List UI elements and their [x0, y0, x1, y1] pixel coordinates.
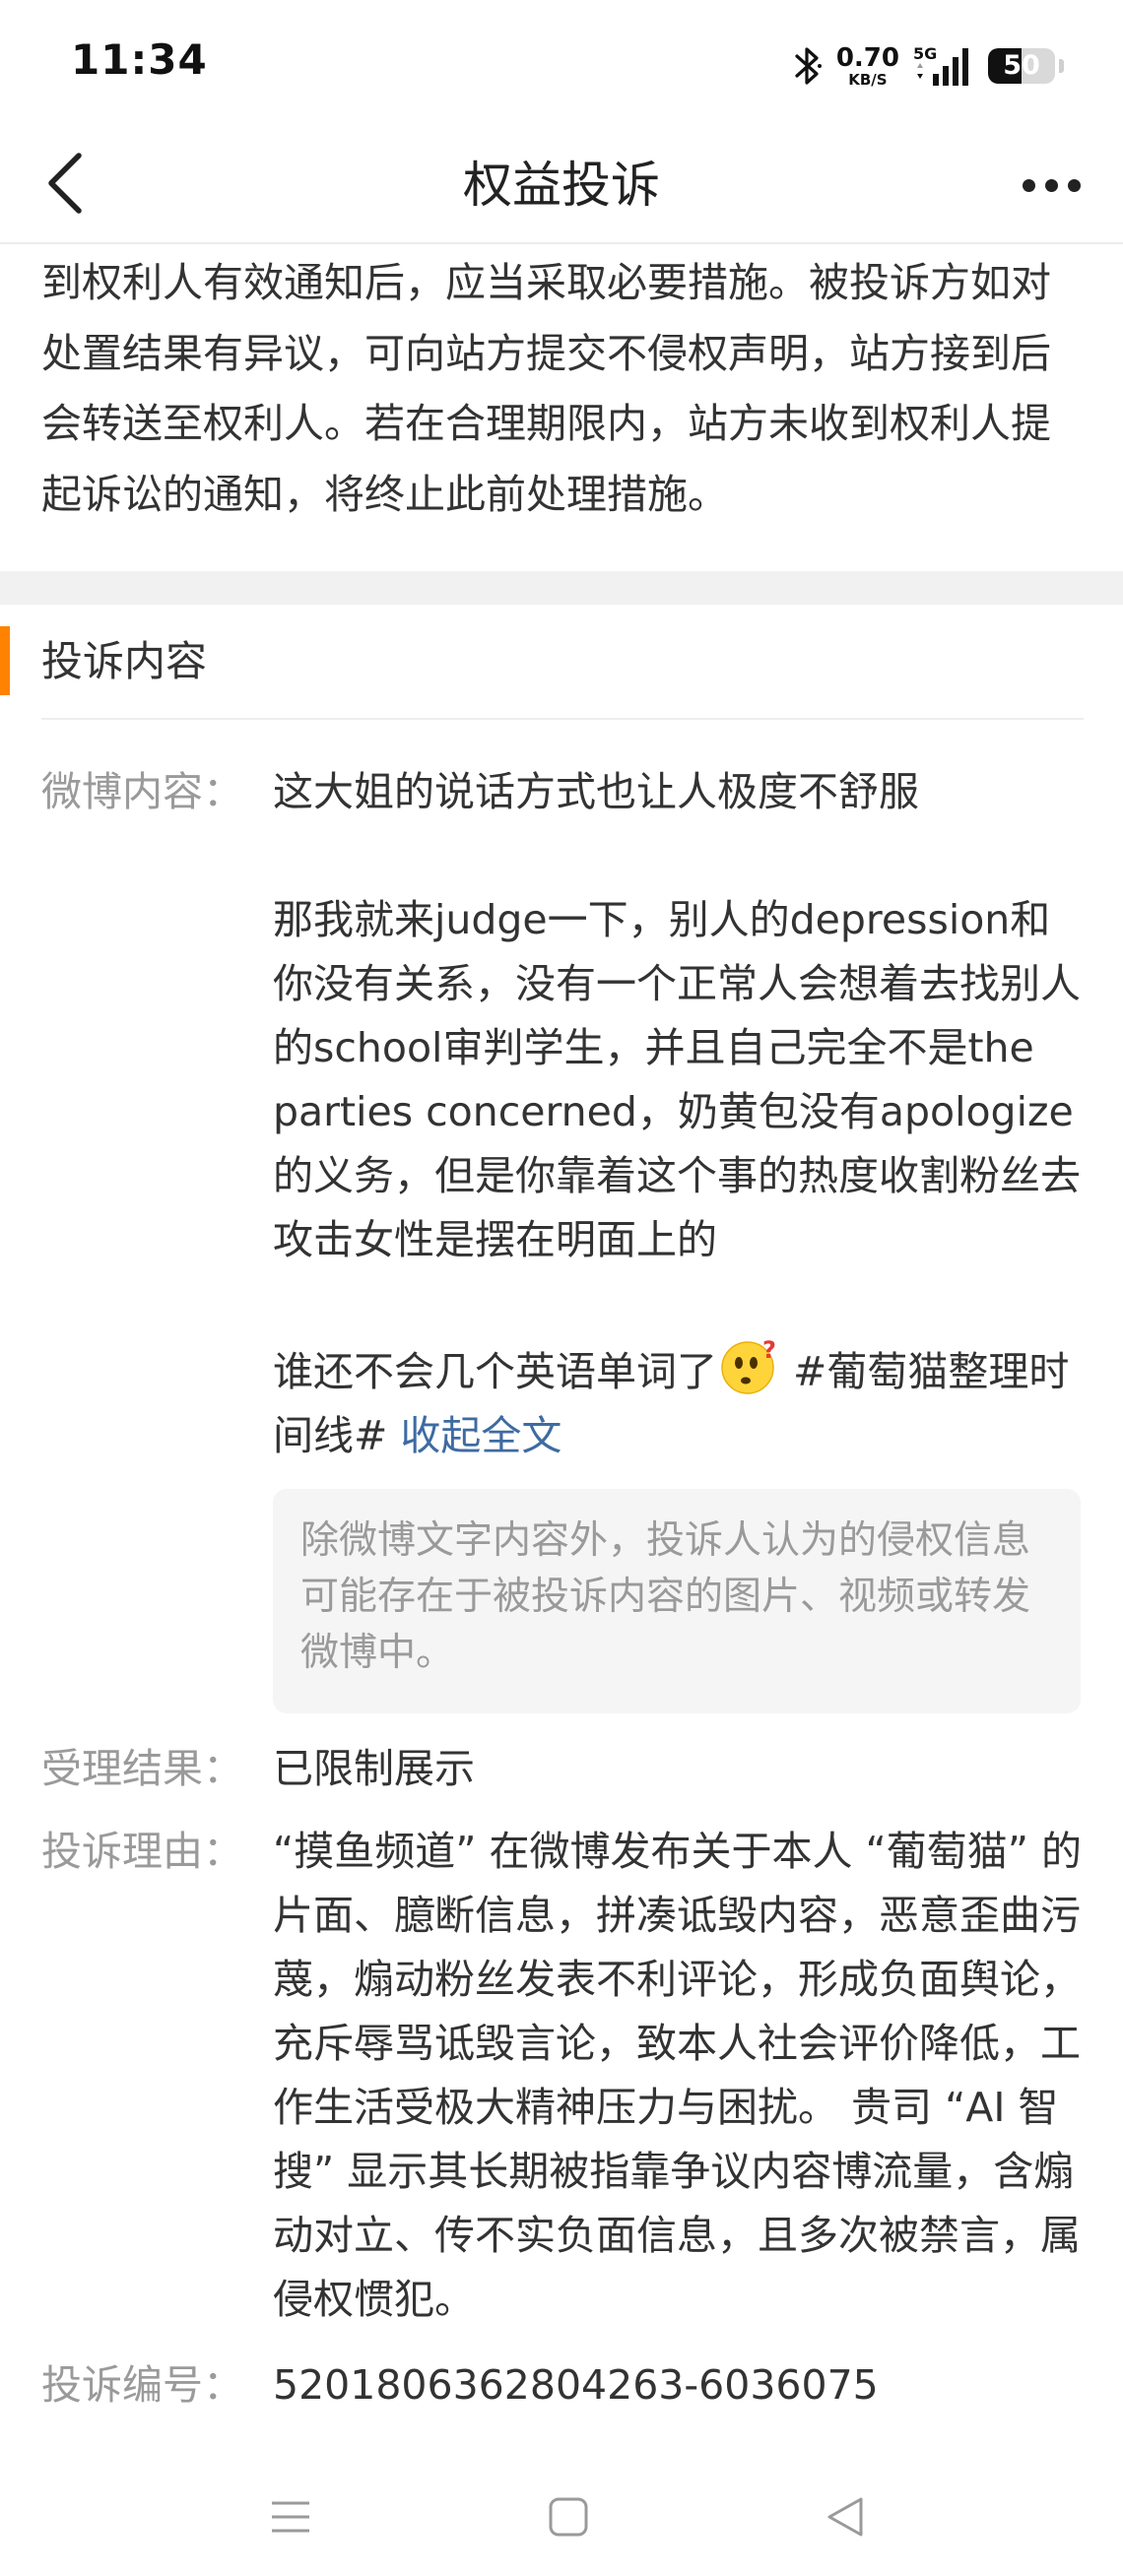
section-title: 投诉内容	[41, 637, 208, 685]
reason-value: “摸鱼频道” 在微博发布关于本人 “葡萄猫” 的片面、臆断信息，拼凑诋毁内容，恶…	[273, 1828, 1083, 2323]
battery-icon: 50	[988, 48, 1055, 84]
svg-text:?: ?	[762, 1336, 776, 1364]
home-square-icon	[547, 2495, 590, 2543]
page-title: 权益投诉	[463, 157, 660, 214]
more-dots-icon	[1022, 178, 1081, 192]
status-bar: 11:34 0.70 KB/S 5G 50	[0, 0, 1123, 128]
network-speed: 0.70 KB/S	[836, 45, 899, 88]
weibo-paragraph-3-text: 谁还不会几个英语单词了	[273, 1348, 717, 1395]
complaint-number-value: 5201806362804263-6036075	[273, 2361, 879, 2409]
complaint-section-header: 投诉内容	[0, 605, 1123, 719]
result-value: 已限制展示	[273, 1745, 475, 1792]
menu-button[interactable]	[255, 2483, 326, 2554]
thinking-face-icon: ?	[719, 1336, 778, 1395]
status-time: 11:34	[71, 35, 208, 84]
disclaimer-text: 除微博文字内容外，投诉人认为的侵权信息可能存在于被投诉内容的图片、视频或转发微博…	[300, 1518, 1031, 1675]
weibo-paragraph-2: 那我就来judge一下，别人的depression和你没有关系，没有一个正常人会…	[273, 896, 1081, 1263]
result-label: 受理结果：	[41, 1745, 243, 1792]
collapse-fulltext-link[interactable]: 收起全文	[400, 1412, 562, 1459]
nav-bar: 权益投诉	[0, 128, 1123, 244]
section-accent-bar	[0, 626, 10, 695]
section-divider	[41, 718, 1084, 720]
weibo-paragraph-3: 谁还不会几个英语单词了 ? #葡萄猫整理时间线# 收起全文	[273, 1336, 1085, 1468]
weibo-content-value: 这大姐的说话方式也让人极度不舒服 那我就来judge一下，别人的depressi…	[273, 760, 1085, 1468]
menu-icon	[268, 2497, 313, 2541]
section-separator	[0, 571, 1123, 605]
home-button[interactable]	[533, 2483, 604, 2554]
disclaimer-box: 除微博文字内容外，投诉人认为的侵权信息可能存在于被投诉内容的图片、视频或转发微博…	[273, 1489, 1081, 1713]
network-speed-value: 0.70	[835, 42, 899, 73]
network-speed-unit: KB/S	[848, 70, 888, 89]
signal-icon: 5G	[913, 44, 974, 88]
back-triangle-icon	[824, 2495, 867, 2543]
battery-tip	[1059, 59, 1064, 73]
system-nav-bar	[0, 2462, 1123, 2576]
battery-level: 50	[1003, 50, 1040, 81]
system-back-button[interactable]	[810, 2483, 881, 2554]
bluetooth-icon	[793, 44, 823, 88]
complaint-number-label: 投诉编号：	[41, 2361, 243, 2409]
weibo-paragraph-1: 这大姐的说话方式也让人极度不舒服	[273, 768, 919, 815]
reason-label: 投诉理由：	[41, 1828, 243, 1875]
notice-text: 到权利人有效通知后，应当采取必要措施。被投诉方如对处置结果有异议，可向站方提交不…	[41, 259, 1051, 518]
status-icons: 0.70 KB/S 5G 50	[793, 39, 1064, 93]
more-button[interactable]	[1007, 158, 1095, 213]
weibo-content-label: 微博内容：	[41, 768, 243, 815]
